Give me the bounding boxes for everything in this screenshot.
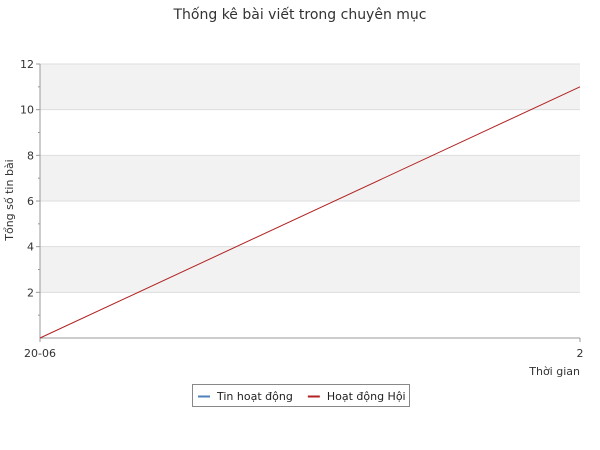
x-tick-label: 2 — [577, 347, 584, 360]
x-axis-ticks: 20-06 2 — [24, 338, 584, 360]
chart-title: Thống kê bài viết trong chuyên mục — [173, 6, 427, 23]
y-tick-label: 4 — [27, 241, 34, 254]
x-axis-title: Thời gian — [528, 365, 580, 378]
series-line — [39, 86, 581, 339]
grid-band — [40, 155, 580, 201]
y-tick-label: 8 — [27, 149, 34, 162]
grid-bands — [40, 64, 580, 293]
grid-band — [40, 246, 580, 293]
y-tick-label: 10 — [20, 104, 34, 117]
chart: Thống kê bài viết trong chuyên mục 2 4 6 8 1… — [3, 6, 584, 407]
x-tick-label: 20-06 — [24, 347, 56, 360]
y-axis-title: Tổng số tin bài — [3, 159, 16, 241]
y-axis-ticks: 2 4 6 8 10 12 — [20, 58, 40, 316]
legend-label: Hoạt động Hội — [327, 390, 406, 403]
series-lines — [39, 86, 581, 339]
y-tick-label: 2 — [27, 286, 34, 299]
legend: Tin hoạt động Hoạt động Hội — [192, 384, 410, 407]
legend-label: Tin hoạt động — [216, 390, 293, 403]
y-tick-label: 6 — [27, 195, 34, 208]
grid-band — [40, 64, 580, 110]
y-tick-label: 12 — [20, 58, 34, 71]
